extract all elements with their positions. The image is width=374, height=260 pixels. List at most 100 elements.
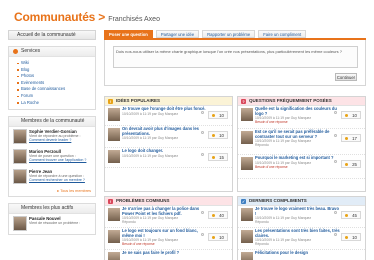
ideas-panel-title: IDÉES POPULAIRES <box>116 98 161 103</box>
item-title[interactable]: Je trouve le logo vraiment très beau. Br… <box>255 206 341 216</box>
list-item[interactable]: Félicitations pour le design <box>238 250 365 260</box>
member-activity-link[interactable]: Comment rechercher un membre ? <box>29 178 95 182</box>
page-subtitle: Franchisés Axeo <box>108 16 160 23</box>
list-item[interactable]: Je n'arrive pas à changer la police dans… <box>105 206 232 228</box>
list-item[interactable]: Je ne sais pas faire le profil ? <box>105 250 232 260</box>
all-members-label[interactable]: Tous les membres <box>60 189 91 193</box>
vote-count[interactable]: 15 <box>208 153 228 161</box>
question-input[interactable]: Dois nos-nous utiliser la même charte gr… <box>113 46 358 68</box>
service-link-forum[interactable]: Forum <box>17 93 95 100</box>
active-members-header: Membres les plus actifs <box>9 204 95 215</box>
page-header: Communautés > Franchisés Axeo <box>14 10 160 26</box>
avatar <box>108 108 120 121</box>
vote-count[interactable]: 10 <box>341 111 361 119</box>
item-title[interactable]: Pourquoi le marketing est si important ? <box>255 155 341 161</box>
list-item[interactable]: Pourquoi le marketing est si important ?… <box>238 155 365 179</box>
list-item[interactable]: Les présentations sont très bien faites,… <box>238 228 365 250</box>
vote-count[interactable]: 10 <box>208 233 228 241</box>
list-item[interactable]: Le logo doit changer. 10/10/2009 à 11:19… <box>105 148 232 168</box>
list-item[interactable]: Le logo est toujours sur un fond blanc, … <box>105 228 232 250</box>
member-item[interactable]: Sophie Verdier-Gorsian Vient de répondre… <box>9 127 95 147</box>
tab-give-compliment[interactable]: Faire un compliment <box>258 30 307 38</box>
compliments-panel: ✓ DERNIERS COMPLIMENTS Je trouve le logo… <box>237 196 366 260</box>
radio-icon[interactable] <box>201 153 204 156</box>
item-title[interactable]: Quelle est la signification des couleurs… <box>255 106 341 116</box>
member-activity-link[interactable]: Comment devenir leader ? <box>29 138 95 142</box>
question-icon: ? <box>241 98 246 104</box>
item-title[interactable]: Les présentations sont très bien faites,… <box>255 228 341 238</box>
member-activity: Vient de résoudre un problème : <box>29 221 81 226</box>
item-title[interactable]: Je ne sais pas faire le profil ? <box>122 250 208 256</box>
item-title[interactable]: On devrait avoir plus d'images dans les … <box>122 126 208 136</box>
item-title[interactable]: Félicitations pour le design <box>255 250 341 256</box>
vote-count[interactable]: 25 <box>341 160 361 168</box>
status-badge: Besoin d'une réponse <box>122 242 155 247</box>
services-title: Services <box>21 48 41 54</box>
member-item[interactable]: Pierre Jean Vient de répondre à une ques… <box>9 167 95 187</box>
ideas-panel: ! IDÉES POPULAIRES Je trouve que l'orang… <box>104 96 233 192</box>
tab-share-idea[interactable]: Partager une idée <box>155 30 200 38</box>
avatar <box>108 230 120 243</box>
item-title[interactable]: Je n'arrive pas à changer la police dans… <box>122 206 208 216</box>
radio-icon[interactable] <box>201 131 204 134</box>
service-link-events[interactable]: Evènements <box>17 80 95 87</box>
service-link-blog[interactable]: Blog <box>17 67 95 74</box>
avatar <box>241 108 253 121</box>
services-icon <box>13 49 18 54</box>
all-members-link[interactable]: ▸ Tous les membres <box>9 187 95 196</box>
service-link-knowledge[interactable]: Base de connaissances <box>17 86 95 93</box>
members-title: Membres de la communauté <box>21 118 85 125</box>
service-link-wiki[interactable]: Wiki <box>17 60 95 67</box>
avatar <box>108 150 120 163</box>
avatar <box>108 128 120 141</box>
avatar <box>13 216 27 232</box>
member-item[interactable]: Pascale Nouvel Vient de résoudre un prob… <box>9 214 95 234</box>
avatar <box>241 208 253 221</box>
list-item[interactable]: On devrait avoir plus d'images dans les … <box>105 126 232 148</box>
avatar <box>241 131 253 144</box>
continue-button[interactable]: Continuer <box>335 73 357 81</box>
tab-report-problem[interactable]: Rapporter un problème <box>202 30 256 38</box>
item-title[interactable]: Est ce qu'il ne serait pas préférable de… <box>255 129 341 139</box>
item-title[interactable]: Le logo est toujours sur un fond blanc, … <box>122 228 208 238</box>
vote-count[interactable]: 40 <box>208 211 228 219</box>
avatar <box>108 208 120 221</box>
status-badge: Répondu <box>122 220 136 225</box>
services-box: Services Wiki Blog Photos Evènements Bas… <box>8 46 96 111</box>
vote-count[interactable]: 10 <box>208 131 228 139</box>
vote-count[interactable]: 10 <box>208 111 228 119</box>
radio-icon[interactable] <box>334 111 337 114</box>
member-item[interactable]: Marion Perzoull Vient de poser une quest… <box>9 147 95 167</box>
item-title[interactable]: Je trouve que l'orange doit être plus fo… <box>122 106 208 112</box>
radio-icon[interactable] <box>334 134 337 137</box>
members-box: Membres de la communauté Sophie Verdier-… <box>8 116 96 198</box>
radio-icon[interactable] <box>201 111 204 114</box>
tab-ask-question[interactable]: Poser une question <box>104 30 153 38</box>
radio-icon[interactable] <box>334 160 337 163</box>
radio-icon[interactable] <box>201 233 204 236</box>
vote-count[interactable]: 10 <box>341 233 361 241</box>
warning-icon: ! <box>108 198 113 204</box>
faq-panel-header: ? QUESTIONS FRÉQUEMMENT POSÉES <box>238 97 365 106</box>
avatar <box>241 252 253 260</box>
radio-icon[interactable] <box>334 233 337 236</box>
avatar <box>13 129 27 145</box>
community-home-link[interactable]: Accueil de la communauté <box>8 30 96 40</box>
status-badge: Répondu <box>255 143 269 148</box>
problems-panel-header: ! PROBLÈMES COMMUNS <box>105 197 232 206</box>
radio-icon[interactable] <box>201 211 204 214</box>
ask-form: Dois nos-nous utiliser la même charte gr… <box>104 40 366 86</box>
members-header: Membres de la communauté <box>9 117 95 128</box>
service-link-search[interactable]: La Roche <box>17 100 95 107</box>
service-link-photos[interactable]: Photos <box>17 73 95 80</box>
problems-panel: ! PROBLÈMES COMMUNS Je n'arrive pas à ch… <box>104 196 233 260</box>
list-item[interactable]: Je trouve que l'orange doit être plus fo… <box>105 106 232 126</box>
list-item[interactable]: Est ce qu'il ne serait pas préférable de… <box>238 129 365 155</box>
radio-icon[interactable] <box>334 211 337 214</box>
problems-panel-title: PROBLÈMES COMMUNS <box>116 198 170 203</box>
vote-count[interactable]: 17 <box>341 134 361 142</box>
vote-count[interactable]: 45 <box>341 211 361 219</box>
list-item[interactable]: Je trouve le logo vraiment très beau. Br… <box>238 206 365 228</box>
member-activity-link[interactable]: Comment trouver une l'application ? <box>29 158 95 162</box>
list-item[interactable]: Quelle est la signification des couleurs… <box>238 106 365 129</box>
